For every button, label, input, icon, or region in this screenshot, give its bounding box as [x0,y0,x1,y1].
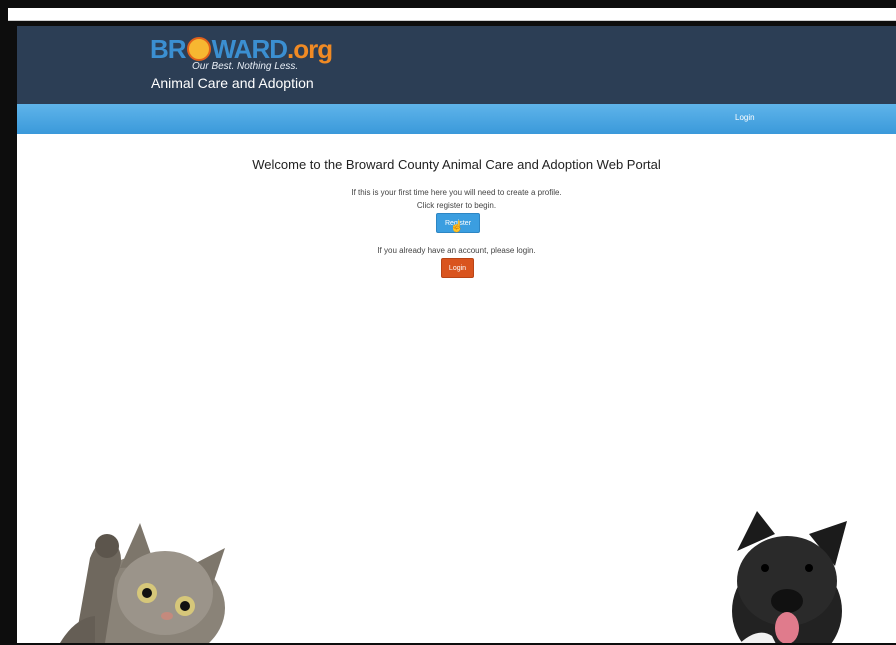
kitten-image [60,523,225,643]
login-button[interactable]: Login [441,258,474,278]
nav-login-link[interactable]: Login [735,113,755,122]
existing-account-text: If you already have an account, please l… [377,246,536,255]
welcome-heading: Welcome to the Broward County Animal Car… [252,157,661,172]
logo-tagline: Our Best. Nothing Less. [192,61,299,72]
browser-viewport: BR WARD.org Our Best. Nothing Less. Anima… [17,26,896,643]
navbar: Login [17,104,896,134]
first-time-text: If this is your first time here you will… [351,188,562,197]
site-header: BR WARD.org Our Best. Nothing Less. Anima… [17,26,896,104]
site-title: Animal Care and Adoption [151,75,314,91]
register-instruction: Click register to begin. [416,201,497,210]
broward-logo[interactable]: BR WARD.org Our Best. Nothing Less. [150,34,333,74]
puppy-image [732,511,847,643]
pointer-cursor-icon: ☝ [450,221,464,233]
sun-logo-icon [186,37,211,61]
browser-top-strip [8,8,896,21]
